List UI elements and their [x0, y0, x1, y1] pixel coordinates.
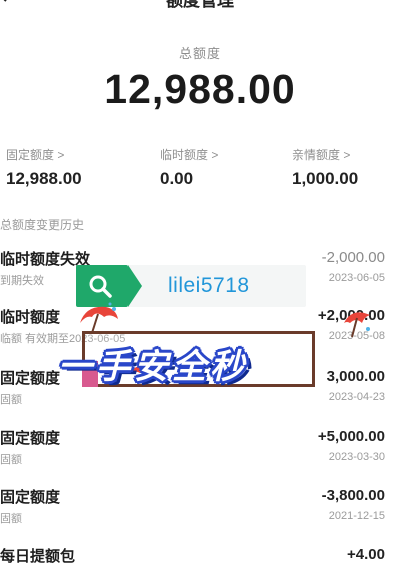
- record-subtitle: 固额: [0, 513, 22, 525]
- record-amount: +4.00: [347, 546, 385, 563]
- temporary-quota-entry[interactable]: 临时额度 > 0.00: [160, 146, 218, 189]
- record-amount: -2,000.00: [321, 249, 385, 266]
- record-amount: -3,800.00: [321, 487, 385, 504]
- record-date: 2023-03-30: [328, 451, 385, 463]
- record-subtitle: 到期失效: [0, 275, 44, 287]
- watermark-search-tail: [128, 265, 142, 307]
- history-record[interactable]: 固定额度 固额 +5,000.00 2023-03-30: [0, 427, 400, 477]
- history-record[interactable]: 固定额度 固额 -3,800.00 2021-12-15: [0, 486, 400, 536]
- fixed-quota-label: 固定额度 >: [6, 148, 65, 162]
- temporary-quota-value: 0.00: [160, 169, 194, 188]
- fixed-quota-value: 12,988.00: [6, 169, 82, 188]
- record-date: 2023-06-05: [328, 272, 385, 284]
- watermark-search-text: lilei5718: [168, 274, 250, 297]
- record-subtitle: 固额: [0, 394, 22, 406]
- top-bar: 额度管理: [0, 0, 400, 10]
- record-date: 2021-12-15: [328, 510, 385, 522]
- record-title: 临时额度: [0, 309, 61, 326]
- page-title: 额度管理: [166, 0, 234, 10]
- history-section-title: 总额度变更历史: [0, 218, 85, 232]
- temporary-quota-label: 临时额度 >: [160, 148, 219, 162]
- family-quota-label: 亲情额度 >: [292, 148, 351, 162]
- record-title: 固定额度: [0, 430, 61, 447]
- record-amount: +5,000.00: [317, 428, 385, 445]
- total-quota-label: 总额度: [178, 46, 221, 61]
- watermark-search-icon: [89, 275, 112, 298]
- record-title: 固定额度: [0, 489, 61, 506]
- family-quota-value: 1,000.00: [292, 169, 359, 188]
- umbrella-icon: [340, 305, 374, 344]
- watermark-slogan: 一手安全秒: [58, 348, 248, 386]
- record-title: 固定额度: [0, 370, 61, 387]
- history-record[interactable]: 每日提额包 +4.00: [0, 545, 400, 571]
- record-date: 2023-04-23: [328, 391, 385, 403]
- family-quota-entry[interactable]: 亲情额度 > 1,000.00: [292, 146, 358, 189]
- total-quota-amount: 12,988.00: [104, 66, 296, 112]
- umbrella-icon: [76, 301, 120, 340]
- fixed-quota-entry[interactable]: 固定额度 > 12,988.00: [6, 146, 82, 189]
- record-title: 每日提额包: [0, 548, 76, 565]
- record-subtitle: 固额: [0, 454, 22, 466]
- record-amount: 3,000.00: [326, 368, 385, 385]
